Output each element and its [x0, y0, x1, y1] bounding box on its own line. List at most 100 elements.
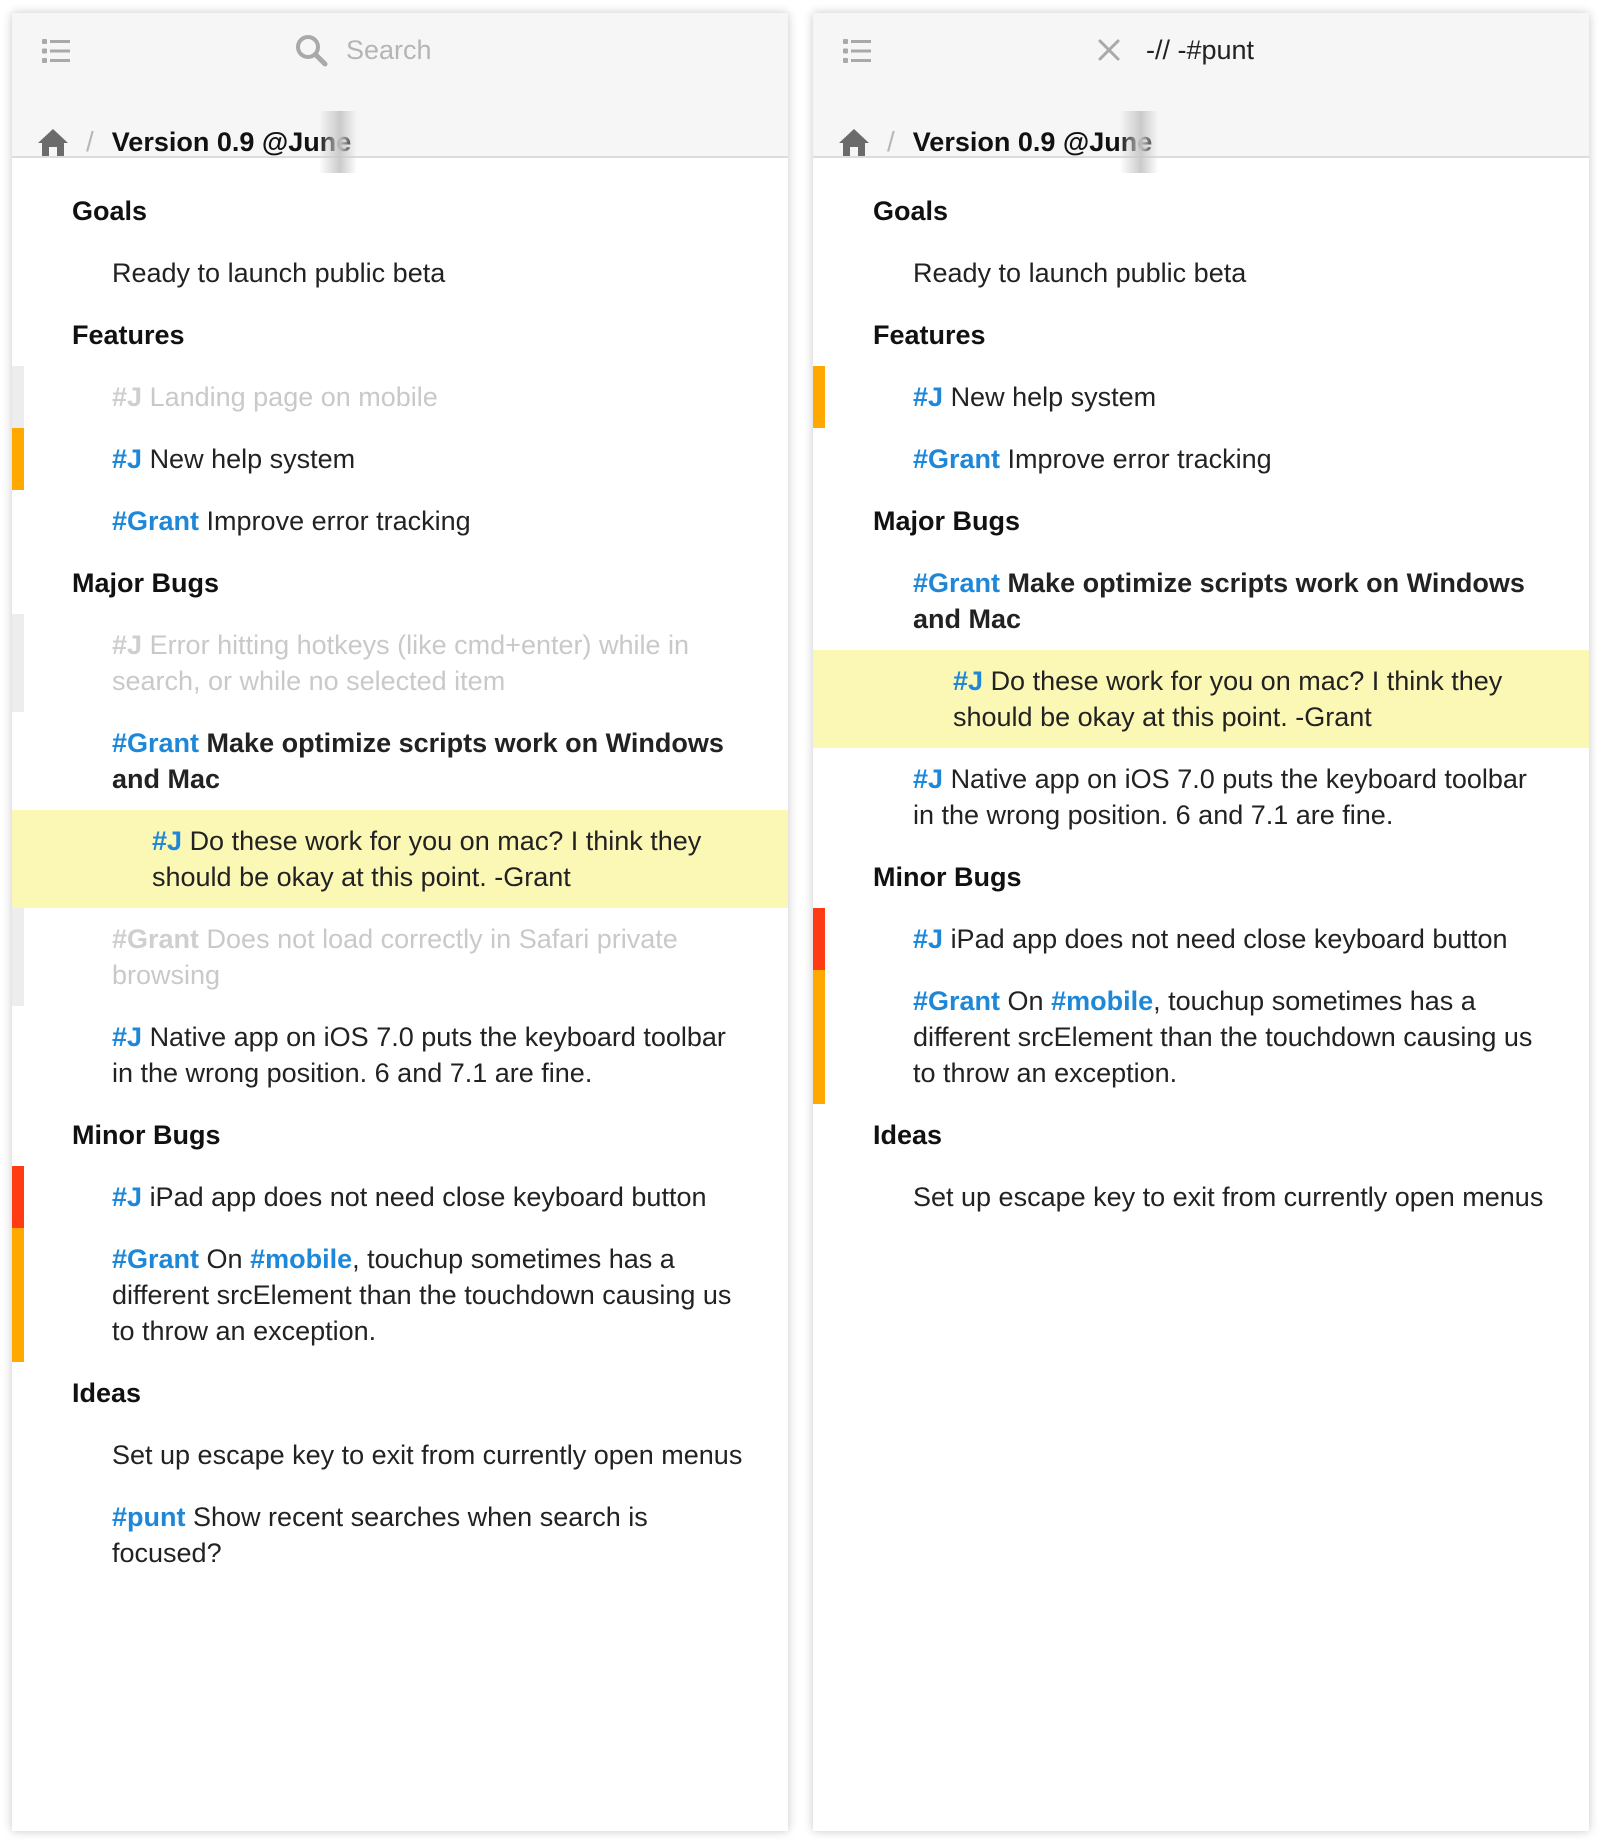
section-heading[interactable]: Major Bugs: [813, 490, 1589, 552]
item-text: On: [206, 1244, 251, 1274]
outline-item[interactable]: #punt Show recent searches when search i…: [12, 1486, 788, 1584]
hashtag[interactable]: #J: [112, 1022, 142, 1052]
hashtag[interactable]: #Grant: [112, 728, 199, 758]
item-text: Do these work for you on mac? I think th…: [152, 826, 702, 892]
section-heading[interactable]: Minor Bugs: [813, 846, 1589, 908]
heading-text: Goals: [873, 196, 949, 226]
outline-item[interactable]: #J Error hitting hotkeys (like cmd+enter…: [12, 614, 788, 712]
hashtag[interactable]: #punt: [112, 1502, 186, 1532]
item-text: , touchup sometimes has a different srcE…: [913, 986, 1533, 1088]
breadcrumb: / Version 0.9 @June: [837, 111, 1159, 173]
heading-text: Goals: [72, 196, 148, 226]
item-text: Native app on iOS 7.0 puts the keyboard …: [112, 1022, 726, 1088]
search-input[interactable]: [1146, 34, 1306, 66]
done-status-marker: [12, 366, 24, 428]
item-text: Set up escape key to exit from currently…: [112, 1440, 743, 1470]
heading-text: Features: [72, 320, 185, 350]
item-text: Landing page on mobile: [149, 382, 438, 412]
item-text: Make optimize scripts work on Windows an…: [913, 568, 1525, 634]
outline-item[interactable]: #J Native app on iOS 7.0 puts the keyboa…: [12, 1006, 788, 1104]
outline-item[interactable]: #J Native app on iOS 7.0 puts the keyboa…: [813, 748, 1589, 846]
outline-item[interactable]: Set up escape key to exit from currently…: [12, 1424, 788, 1486]
red-status-marker: [813, 908, 825, 970]
outline-list: Goals Ready to launch public beta Features…: [813, 180, 1589, 1228]
outline-item[interactable]: #Grant On #mobile, touchup sometimes has…: [813, 970, 1589, 1104]
item-text: Ready to launch public beta: [112, 258, 446, 288]
item-text: Set up escape key to exit from currently…: [913, 1182, 1544, 1212]
section-heading[interactable]: Features: [12, 304, 788, 366]
outline-subitem[interactable]: #J Do these work for you on mac? I think…: [12, 810, 788, 908]
home-icon[interactable]: [36, 126, 70, 158]
hashtag[interactable]: #J: [112, 630, 142, 660]
hashtag[interactable]: #Grant: [112, 1244, 199, 1274]
item-text: Improve error tracking: [1007, 444, 1272, 474]
breadcrumb: / Version 0.9 @June: [36, 111, 358, 173]
orange-status-marker: [12, 1228, 24, 1362]
home-icon[interactable]: [837, 126, 871, 158]
hashtag[interactable]: #J: [953, 666, 983, 696]
outline-item[interactable]: #Grant Make optimize scripts work on Win…: [12, 712, 788, 810]
outline-item[interactable]: #Grant Make optimize scripts work on Win…: [813, 552, 1589, 650]
section-heading[interactable]: Goals: [813, 180, 1589, 242]
item-text: Ready to launch public beta: [913, 258, 1247, 288]
section-heading[interactable]: Features: [813, 304, 1589, 366]
panel-header: / Version 0.9 @June: [12, 13, 788, 173]
breadcrumb-fade: [319, 111, 358, 173]
search-bar: [813, 27, 1589, 73]
hashtag[interactable]: #mobile: [250, 1244, 352, 1274]
orange-status-marker: [813, 970, 825, 1104]
item-text: Show recent searches when search is focu…: [112, 1502, 648, 1568]
hashtag[interactable]: #Grant: [112, 924, 199, 954]
hashtag[interactable]: #J: [913, 764, 943, 794]
outline-item[interactable]: #J iPad app does not need close keyboard…: [12, 1166, 788, 1228]
hashtag[interactable]: #mobile: [1051, 986, 1153, 1016]
hashtag[interactable]: #J: [112, 1182, 142, 1212]
outline-item[interactable]: #Grant On #mobile, touchup sometimes has…: [12, 1228, 788, 1362]
hashtag[interactable]: #Grant: [112, 506, 199, 536]
item-text: New help system: [149, 444, 356, 474]
outline-item[interactable]: #Grant Improve error tracking: [12, 490, 788, 552]
section-heading[interactable]: Goals: [12, 180, 788, 242]
close-icon[interactable]: [1096, 37, 1122, 63]
hashtag[interactable]: #J: [112, 444, 142, 474]
heading-text: Major Bugs: [873, 506, 1021, 536]
outline-item[interactable]: Ready to launch public beta: [813, 242, 1589, 304]
done-status-marker: [12, 908, 24, 1006]
outline-item[interactable]: Ready to launch public beta: [12, 242, 788, 304]
hashtag[interactable]: #Grant: [913, 444, 1000, 474]
hashtag[interactable]: #J: [913, 382, 943, 412]
item-text: Make optimize scripts work on Windows an…: [112, 728, 724, 794]
hashtag[interactable]: #Grant: [913, 986, 1000, 1016]
hashtag[interactable]: #J: [913, 924, 943, 954]
item-text: Do these work for you on mac? I think th…: [953, 666, 1503, 732]
red-status-marker: [12, 1166, 24, 1228]
heading-text: Ideas: [873, 1120, 943, 1150]
breadcrumb-title[interactable]: Version 0.9 @June: [913, 127, 1152, 158]
hashtag[interactable]: #Grant: [913, 568, 1000, 598]
heading-text: Features: [873, 320, 986, 350]
breadcrumb-fade: [1120, 111, 1159, 173]
outline-item[interactable]: #J Landing page on mobile: [12, 366, 788, 428]
search-icon[interactable]: [294, 33, 328, 67]
hashtag[interactable]: #J: [112, 382, 142, 412]
breadcrumb-title[interactable]: Version 0.9 @June: [112, 127, 351, 158]
search-input[interactable]: [346, 34, 506, 66]
outline-item[interactable]: #Grant Improve error tracking: [813, 428, 1589, 490]
section-heading[interactable]: Ideas: [813, 1104, 1589, 1166]
breadcrumb-separator: /: [86, 126, 94, 157]
item-text: New help system: [950, 382, 1157, 412]
section-heading[interactable]: Major Bugs: [12, 552, 788, 614]
outline-item[interactable]: #Grant Does not load correctly in Safari…: [12, 908, 788, 1006]
item-text: iPad app does not need close keyboard bu…: [950, 924, 1508, 954]
section-heading[interactable]: Ideas: [12, 1362, 788, 1424]
item-text: Error hitting hotkeys (like cmd+enter) w…: [112, 630, 690, 696]
outline-item[interactable]: #J New help system: [813, 366, 1589, 428]
orange-status-marker: [813, 366, 825, 428]
hashtag[interactable]: #J: [152, 826, 182, 856]
section-heading[interactable]: Minor Bugs: [12, 1104, 788, 1166]
outline-subitem[interactable]: #J Do these work for you on mac? I think…: [813, 650, 1589, 748]
outline-item[interactable]: Set up escape key to exit from currently…: [813, 1166, 1589, 1228]
outline-item[interactable]: #J iPad app does not need close keyboard…: [813, 908, 1589, 970]
outline-panel-right: / Version 0.9 @June Goals Ready to launch…: [813, 13, 1589, 1831]
outline-item[interactable]: #J New help system: [12, 428, 788, 490]
